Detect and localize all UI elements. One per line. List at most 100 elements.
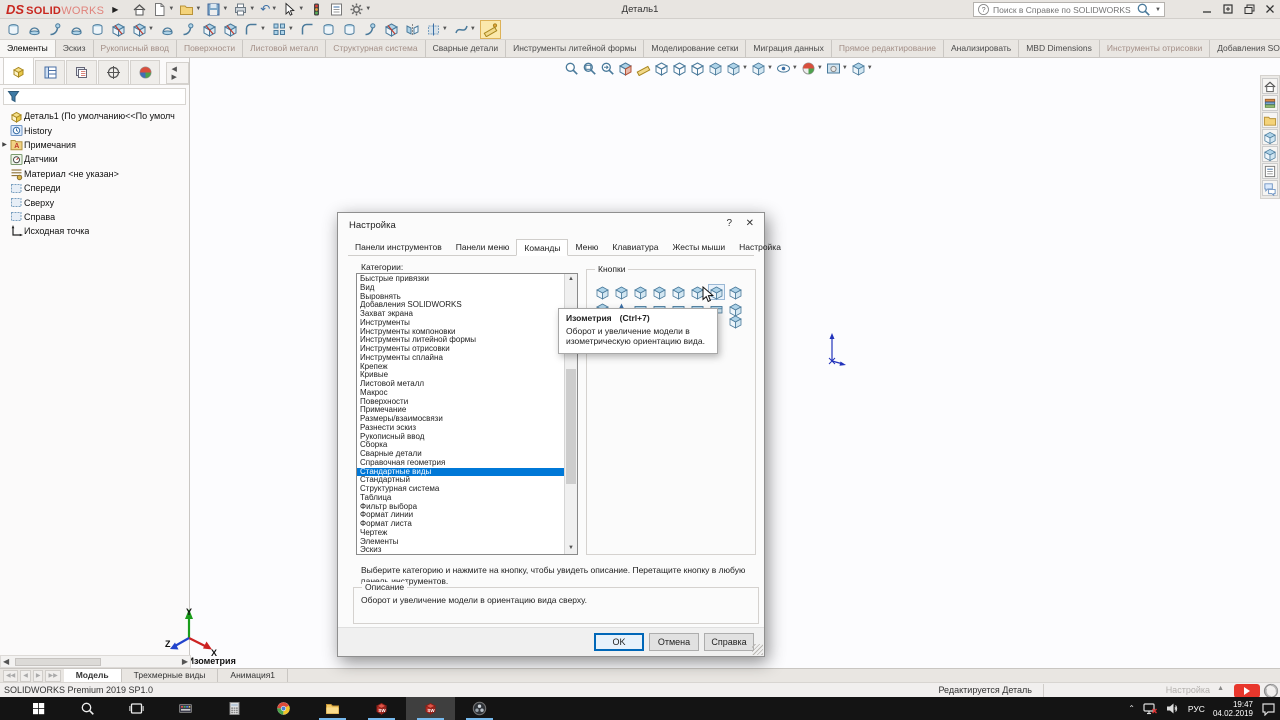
scrollbar-thumb[interactable]	[15, 658, 101, 666]
chevron-down-icon[interactable]: ▼	[148, 26, 154, 32]
revolved-cut-button[interactable]	[158, 20, 177, 39]
category-item[interactable]: Листовой металл	[357, 380, 564, 389]
chevron-down-icon[interactable]: ▼	[298, 6, 304, 12]
style-hidden-removed-button[interactable]	[689, 59, 706, 77]
minimize-button[interactable]	[1201, 2, 1213, 16]
category-item[interactable]: Быстрые привязки	[357, 275, 564, 284]
chevron-down-icon[interactable]: ▼	[168, 6, 174, 12]
search-input[interactable]	[993, 5, 1133, 15]
home-icon[interactable]	[130, 1, 149, 18]
panel-tab-features-tree[interactable]	[3, 57, 34, 84]
chevron-down-icon[interactable]: ▼	[260, 26, 266, 32]
file-properties-icon[interactable]	[327, 1, 346, 18]
ok-button[interactable]: OK	[594, 633, 644, 651]
category-item[interactable]: Кривые	[357, 371, 564, 380]
category-item[interactable]: Выровнять	[357, 293, 564, 302]
tab-моделирование-сетки[interactable]: Моделирование сетки	[644, 40, 746, 57]
category-item[interactable]: Вид	[357, 284, 564, 293]
chevron-down-icon[interactable]: ▼	[271, 6, 277, 12]
task-pane-home-button[interactable]	[1262, 78, 1278, 94]
rib-button[interactable]	[298, 20, 317, 39]
category-item[interactable]: Стандартные виды	[357, 468, 564, 477]
category-item[interactable]: Инструменты	[357, 319, 564, 328]
view-orientation-button[interactable]: ▼	[750, 59, 774, 77]
tab-mbd-dimensions[interactable]: MBD Dimensions	[1019, 40, 1100, 57]
chevron-down-icon[interactable]: ▼	[222, 6, 228, 12]
taskbar-solidworks-2019-button[interactable]: SW	[357, 697, 406, 720]
hidden-icons-icon[interactable]: ⌃	[1128, 704, 1135, 713]
help-button[interactable]: Справка	[704, 633, 754, 651]
category-item[interactable]: Элементы	[357, 538, 564, 547]
tab-сварные-детали[interactable]: Сварные детали	[426, 40, 507, 57]
extruded-boss-button[interactable]	[4, 20, 23, 39]
scrollbar-thumb[interactable]	[566, 369, 576, 484]
category-item[interactable]: Инструменты отрисовки	[357, 345, 564, 354]
tree-item[interactable]: Спереди	[0, 181, 189, 195]
dialog-help-button[interactable]: ?	[726, 218, 732, 229]
dialog-tab-1[interactable]: Панели инструментов	[348, 239, 449, 255]
view-trimetric-button[interactable]	[727, 284, 744, 300]
category-item[interactable]: Инструменты литейной формы	[357, 336, 564, 345]
status-caret-icon[interactable]: ▲	[1217, 685, 1224, 692]
shell-button[interactable]	[340, 20, 359, 39]
view-top-button[interactable]	[670, 284, 687, 300]
category-item[interactable]: Крепеж	[357, 363, 564, 372]
taskbar-obs-button[interactable]	[455, 697, 504, 720]
tree-root-item[interactable]: Деталь1 (По умолчанию<<По умолч	[0, 109, 189, 123]
category-item[interactable]: Инструменты сплайна	[357, 354, 564, 363]
category-item[interactable]: Эскиз	[357, 546, 564, 555]
chevron-down-icon[interactable]: ▼	[249, 6, 255, 12]
dialog-title-bar[interactable]: Настройка	[338, 213, 764, 237]
category-item[interactable]: Справочная геометрия	[357, 459, 564, 468]
network-icon[interactable]	[1143, 702, 1158, 715]
taskbar-task-view-button[interactable]	[112, 697, 161, 720]
instant3d-button[interactable]	[480, 20, 501, 39]
chevron-down-icon[interactable]: ▼	[817, 65, 823, 71]
tree-item[interactable]: Исходная точка	[0, 224, 189, 238]
first-tab-icon[interactable]: ◀◀	[3, 670, 18, 682]
doc-tab-трехмерные-виды[interactable]: Трехмерные виды	[122, 669, 219, 682]
boundary-boss-button[interactable]	[88, 20, 107, 39]
style-wireframe-button[interactable]	[653, 59, 670, 77]
taskbar-calculator-button[interactable]	[210, 697, 259, 720]
category-item[interactable]: Сборка	[357, 441, 564, 450]
view-settings-button[interactable]: ▼	[850, 59, 874, 77]
category-item[interactable]: Рукописный ввод	[357, 433, 564, 442]
category-item[interactable]: Таблица	[357, 494, 564, 503]
lofted-boss-button[interactable]	[67, 20, 86, 39]
cancel-button[interactable]: Отмена	[649, 633, 699, 651]
panel-tab-display-manager[interactable]	[35, 60, 66, 84]
taskbar-start-button[interactable]	[14, 697, 63, 720]
task-pane-file-explorer-button[interactable]	[1262, 112, 1278, 128]
tree-item[interactable]: History	[0, 123, 189, 137]
panel-tab-dimxpert[interactable]	[98, 60, 129, 84]
view-right-button[interactable]	[651, 284, 668, 300]
close-button[interactable]	[1264, 2, 1276, 16]
sketch-measure-button[interactable]	[635, 59, 652, 77]
section-view-button[interactable]	[617, 59, 634, 77]
chevron-down-icon[interactable]: ▼	[842, 65, 848, 71]
dialog-tab-5[interactable]: Клавиатура	[605, 239, 665, 255]
horizontal-scrollbar[interactable]: ◀ ▶	[0, 655, 191, 668]
taskbar-keyboard-button[interactable]	[161, 697, 210, 720]
category-item[interactable]: Чертеж	[357, 529, 564, 538]
tab-миграция-данных[interactable]: Миграция данных	[746, 40, 831, 57]
undo-icon[interactable]: ↶▼	[258, 1, 279, 18]
tab-элементы[interactable]: Элементы	[0, 40, 56, 57]
print-icon[interactable]: ▼	[231, 1, 257, 18]
new-document-icon[interactable]: ▼	[150, 1, 176, 18]
panel-tab-appearances-tab[interactable]	[130, 60, 161, 84]
category-item[interactable]: Макрос	[357, 389, 564, 398]
view-back-button[interactable]	[613, 284, 630, 300]
logo-flyout-arrow[interactable]: ▶	[112, 5, 118, 14]
doc-tab-модель[interactable]: Модель	[64, 669, 122, 682]
category-item[interactable]: Размеры/взаимосвязи	[357, 415, 564, 424]
tab-инструменты-отрисовки[interactable]: Инструменты отрисовки	[1100, 40, 1210, 57]
category-item[interactable]: Примечание	[357, 406, 564, 415]
task-pane-view-palette-button[interactable]	[1262, 129, 1278, 145]
video-play-overlay[interactable]	[1234, 684, 1260, 698]
open-icon[interactable]: ▼	[177, 1, 203, 18]
last-tab-icon[interactable]: ▶▶	[45, 670, 60, 682]
boundary-cut-button[interactable]	[221, 20, 240, 39]
chevron-down-icon[interactable]: ▼	[742, 65, 748, 71]
